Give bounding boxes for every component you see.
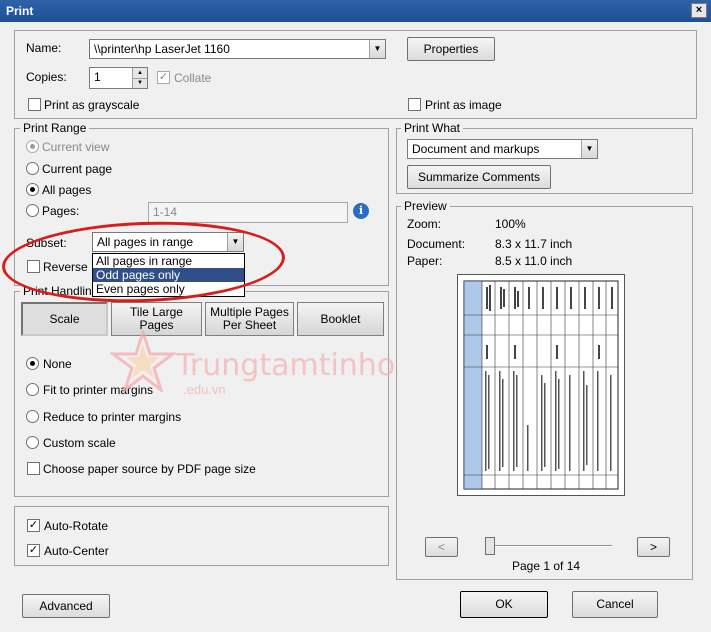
none-label: None [43,357,72,371]
name-label: Name: [26,41,62,55]
pages-label: Pages: [42,204,80,218]
pages-radio[interactable] [26,204,39,217]
all-pages-label: All pages [42,183,92,197]
print-what-select[interactable]: Document and markups ▼ [407,139,598,159]
window-title: Print [6,4,34,18]
current-page-radio[interactable] [26,162,39,175]
paper-source-label: Choose paper source by PDF page size [43,462,256,476]
copies-value: 1 [94,70,101,84]
page-slider-thumb[interactable] [485,537,495,555]
pages-input[interactable]: 1-14 [148,202,348,223]
tab-booklet[interactable]: Booklet [297,302,384,336]
title-bar: Print × [0,0,711,22]
grayscale-checkbox[interactable] [28,98,41,111]
current-page-label: Current page [42,162,113,176]
preview-page [457,274,625,496]
printer-name-select[interactable]: \\printer\hp LaserJet 1160 ▼ [89,39,386,59]
paper-source-checkbox[interactable] [27,462,40,475]
paper-label: Paper: [407,254,443,268]
custom-scale-label: Custom scale [43,436,116,450]
printer-name-value: \\printer\hp LaserJet 1160 [94,42,230,56]
auto-rotate-checkbox[interactable]: ✓ [27,519,40,532]
print-range-legend: Print Range [20,121,90,135]
ok-button[interactable]: OK [460,591,548,618]
chevron-down-icon[interactable]: ▼ [369,40,385,58]
reduce-to-margins-radio[interactable] [26,410,39,423]
copies-input[interactable]: 1 ▲ ▼ [89,67,148,89]
zoom-value: 100% [495,217,526,231]
document-value: 8.3 x 11.7 inch [495,237,573,251]
print-what-legend: Print What [401,121,464,135]
page-slider-track [485,545,612,547]
tab-multi-label-2: Per Sheet [222,318,277,332]
auto-center-checkbox[interactable]: ✓ [27,544,40,557]
watermark-star-icon [110,330,176,392]
tab-multiple-pages[interactable]: Multiple Pages Per Sheet [205,302,294,336]
watermark-domain: .edu.vn [183,382,226,397]
auto-center-label: Auto-Center [44,544,109,558]
custom-scale-radio[interactable] [26,436,39,449]
summarize-comments-button[interactable]: Summarize Comments [407,165,551,189]
paper-value: 8.5 x 11.0 inch [495,254,573,268]
close-icon[interactable]: × [691,3,707,18]
print-as-image-label: Print as image [425,98,502,112]
fit-to-margins-radio[interactable] [26,383,39,396]
copies-stepper-up-icon[interactable]: ▲ [132,68,147,78]
current-view-radio[interactable] [26,140,39,153]
properties-button[interactable]: Properties [407,37,495,61]
cancel-button[interactable]: Cancel [572,591,658,618]
next-page-button[interactable]: > [637,537,670,557]
page-indicator: Page 1 of 14 [512,559,581,573]
pages-input-value: 1-14 [153,205,178,219]
info-icon[interactable]: i [353,203,369,219]
current-view-label: Current view [42,140,110,154]
tab-scale[interactable]: Scale [21,302,108,336]
zoom-label: Zoom: [407,217,442,231]
grayscale-label: Print as grayscale [44,98,140,112]
all-pages-radio[interactable] [26,183,39,196]
preview-legend: Preview [401,199,450,213]
collate-label: Collate [174,71,212,85]
tab-scale-label: Scale [49,311,80,326]
copies-label: Copies: [26,70,67,84]
none-radio[interactable] [26,357,39,370]
preview-page-content [463,280,619,490]
print-as-image-checkbox[interactable] [408,98,421,111]
chevron-down-icon[interactable]: ▼ [581,140,597,158]
copies-stepper-down-icon[interactable]: ▼ [132,78,147,88]
page-slider[interactable] [485,537,612,557]
watermark-brand: Trungtamtinhoc [176,348,412,383]
reduce-to-margins-label: Reduce to printer margins [43,410,182,424]
tab-booklet-label: Booklet [320,311,361,326]
document-label: Document: [407,237,466,251]
advanced-button[interactable]: Advanced [22,594,110,618]
previous-page-button[interactable]: < [425,537,458,557]
auto-rotate-label: Auto-Rotate [44,519,109,533]
print-what-value: Document and markups [412,142,540,156]
collate-checkbox[interactable]: ✓ [157,71,170,84]
